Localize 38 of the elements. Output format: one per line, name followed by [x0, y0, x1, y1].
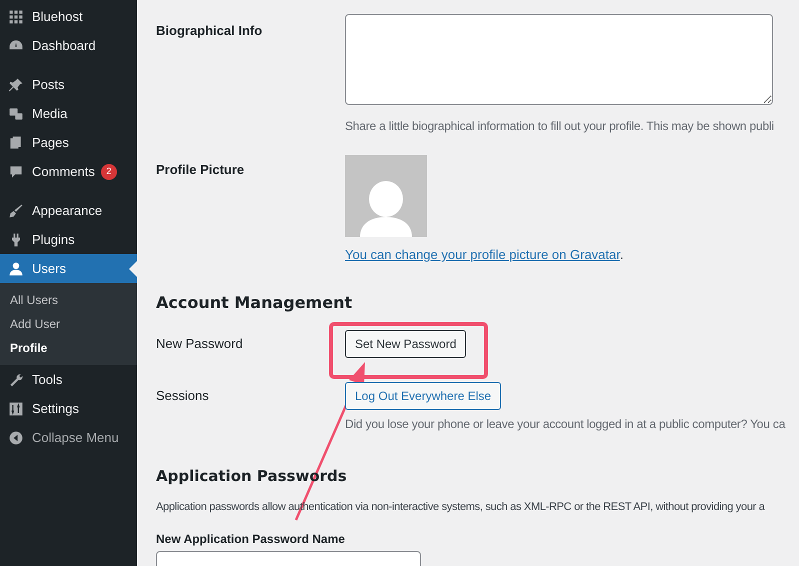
menu-item[interactable]: Settings	[0, 394, 137, 423]
speech-bubble-icon	[8, 164, 24, 180]
pages-icon	[8, 134, 24, 150]
menu-item[interactable]: Appearance	[0, 196, 137, 225]
logout-button[interactable]: Log Out Everywhere Else	[345, 382, 502, 410]
paintbrush-icon	[8, 202, 24, 218]
menu-item[interactable]: Tools	[0, 365, 137, 394]
left-arrow-circle-icon	[8, 430, 24, 446]
submenu-item[interactable]: Add User	[0, 312, 137, 336]
field-label: New Password	[156, 334, 244, 353]
field-label: Profile Picture	[156, 161, 246, 179]
menu-item[interactable]: Posts	[0, 70, 137, 99]
help-text: Did you lose your phone or leave your account logged in at a public computer? You ca	[345, 416, 786, 432]
menu-item[interactable]: Media	[0, 99, 137, 128]
set-password-button[interactable]: Set New Password	[345, 330, 466, 358]
menu-item[interactable]: Bluehost	[0, 2, 137, 31]
menu-item[interactable]: Collapse Menu	[0, 423, 137, 452]
grid-icon	[8, 8, 24, 24]
menu-item[interactable]: Pages	[0, 128, 137, 157]
menu-item[interactable]: Comments 2	[0, 157, 137, 186]
text-area[interactable]	[345, 14, 773, 105]
help-text: Share a little biographical information to fill out your profile. This may be shown publi	[345, 118, 774, 135]
count-badge: 2	[100, 164, 117, 180]
media-icon	[8, 106, 24, 122]
gravatar-link[interactable]: You can change your profile picture on Gravatar	[345, 247, 620, 262]
menu-item[interactable]: Dashboard	[0, 31, 137, 60]
menu-item[interactable]: Plugins	[0, 225, 137, 254]
submenu-item[interactable]: Profile	[0, 336, 137, 360]
field-label: Sessions	[156, 386, 210, 404]
field-label: Biographical Info	[156, 22, 264, 40]
person-icon	[8, 260, 24, 276]
period-text: .	[620, 247, 624, 262]
pushpin-icon	[8, 76, 24, 92]
submenu-item[interactable]: All Users	[0, 288, 137, 312]
sliders-icon	[8, 400, 24, 416]
menu-item[interactable]: Users	[0, 254, 137, 283]
wrench-icon	[8, 372, 24, 388]
field-label: New Application Password Name	[156, 530, 346, 548]
